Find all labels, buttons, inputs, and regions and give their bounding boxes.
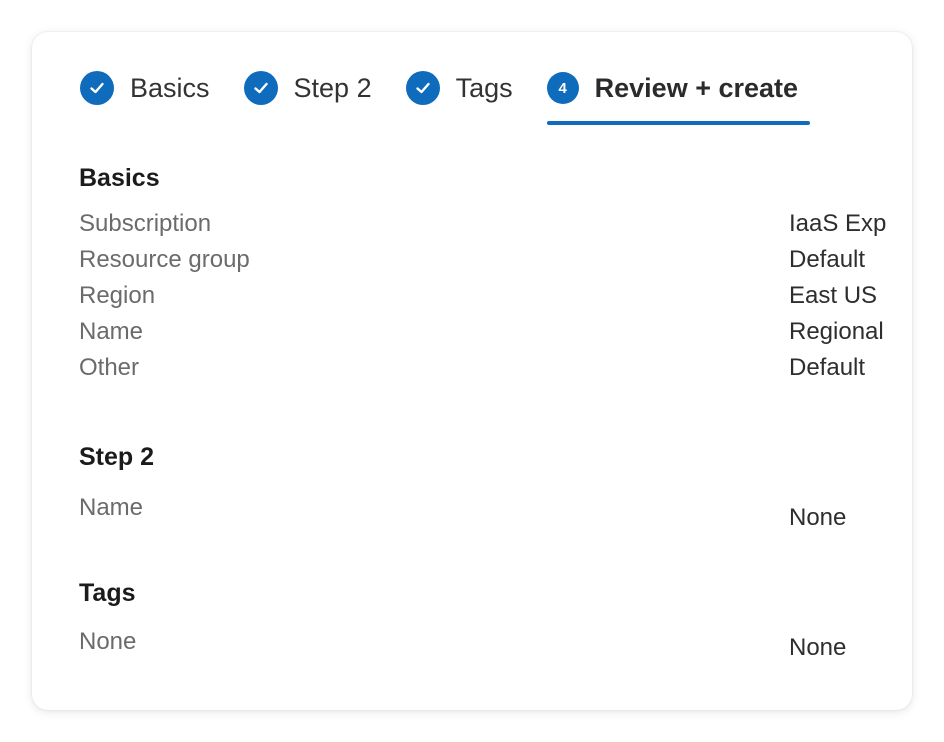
tab-label: Review + create xyxy=(594,72,799,103)
row-value-region: East US xyxy=(789,282,878,309)
step-number-badge: 4 xyxy=(546,72,579,104)
tab-label: Step 2 xyxy=(293,72,372,103)
row-value-subscription: IaaS Exp xyxy=(789,210,887,237)
row-value-step2-name: None xyxy=(789,504,847,531)
row-label-resource-group: Resource group xyxy=(79,246,250,273)
row-label-region: Region xyxy=(79,282,156,309)
row-value-name: Regional xyxy=(789,318,884,345)
check-icon xyxy=(80,71,114,105)
check-icon xyxy=(405,71,440,105)
row-value-other: Default xyxy=(789,354,866,381)
tab-tags[interactable]: Tags xyxy=(405,68,513,108)
row-label-name: Name xyxy=(79,318,144,345)
section-title-basics: Basics xyxy=(79,164,160,192)
section-title-tags: Tags xyxy=(79,579,136,607)
tab-basics[interactable]: Basics xyxy=(80,68,210,108)
row-label-other: Other xyxy=(79,354,140,381)
tab-label: Tags xyxy=(455,72,513,103)
row-label-subscription: Subscription xyxy=(79,210,212,237)
tab-review-create[interactable]: 4 Review + create xyxy=(546,68,811,125)
row-value-tags-none: None xyxy=(789,634,847,661)
row-label-step2-name: Name xyxy=(79,494,144,521)
row-label-tags-none: None xyxy=(79,628,137,655)
row-value-resource-group: Default xyxy=(789,246,866,273)
section-title-step-2: Step 2 xyxy=(79,443,155,471)
review-card: Basics Step 2 Tags 4 Review + create Bas… xyxy=(32,32,912,710)
check-icon xyxy=(243,71,278,105)
wizard-tabs: Basics Step 2 Tags 4 Review + create xyxy=(80,68,832,128)
tab-step-2[interactable]: Step 2 xyxy=(243,68,372,108)
tab-label: Basics xyxy=(130,72,210,103)
